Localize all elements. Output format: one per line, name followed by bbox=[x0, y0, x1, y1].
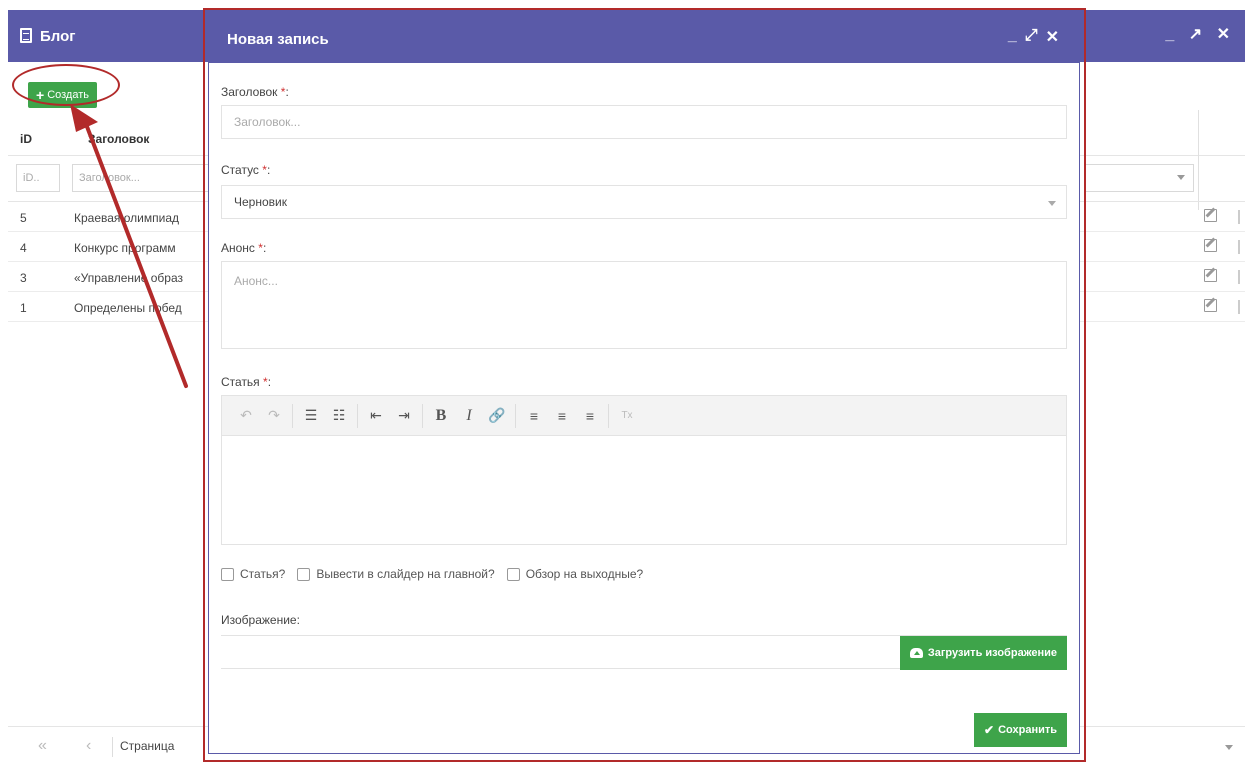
status-label: Статус *: bbox=[221, 163, 270, 177]
article-label-text: Статья bbox=[221, 375, 260, 389]
background-window-controls: _ ↗ ✕ bbox=[1161, 24, 1233, 44]
label-colon: : bbox=[266, 163, 271, 177]
column-header-title[interactable]: Заголовок bbox=[88, 132, 149, 146]
pager-divider bbox=[112, 737, 113, 757]
filter-select[interactable] bbox=[1084, 164, 1194, 192]
status-value: Черновик bbox=[234, 195, 287, 209]
plus-icon: + bbox=[36, 87, 45, 103]
prev-page-icon[interactable]: ‹ bbox=[86, 737, 91, 755]
image-label: Изображение: bbox=[221, 613, 300, 627]
bold-icon[interactable]: B bbox=[427, 402, 455, 430]
article-editor: ↶ ↷ ☰ ☷ ⇤ ⇥ B I 🔗 ≡ ≡ ≡ Tx bbox=[221, 395, 1067, 545]
row-id: 3 bbox=[20, 271, 27, 285]
minimize-icon[interactable]: _ bbox=[1008, 27, 1017, 47]
toolbar-divider bbox=[515, 403, 516, 428]
toolbar-divider bbox=[292, 403, 293, 428]
row-action-edge bbox=[1238, 270, 1240, 284]
announce-label: Анонс *: bbox=[221, 241, 266, 255]
align-left-icon[interactable]: ≡ bbox=[520, 402, 548, 430]
chevron-down-icon bbox=[1177, 175, 1185, 180]
bullet-list-icon[interactable]: ☰ bbox=[297, 402, 325, 430]
image-field: Загрузить изображение bbox=[221, 635, 1067, 670]
toolbar-divider bbox=[608, 403, 609, 428]
label-colon: : bbox=[267, 375, 272, 389]
dialog-controls: _ ⤢ ✕ bbox=[1008, 27, 1059, 47]
clear-format-icon[interactable]: Tx bbox=[613, 402, 641, 430]
undo-icon[interactable]: ↶ bbox=[232, 402, 260, 430]
row-title: Краевая олимпиад bbox=[74, 211, 179, 225]
edit-icon[interactable] bbox=[1204, 269, 1217, 282]
cloud-upload-icon bbox=[909, 648, 923, 658]
numbered-list-icon[interactable]: ☷ bbox=[325, 402, 353, 430]
row-id: 1 bbox=[20, 301, 27, 315]
align-center-icon[interactable]: ≡ bbox=[548, 402, 576, 430]
close-icon[interactable]: ✕ bbox=[1217, 24, 1233, 44]
checkbox-label: Статья? bbox=[240, 567, 286, 581]
document-icon bbox=[20, 28, 32, 43]
outdent-icon[interactable]: ⇤ bbox=[362, 402, 390, 430]
row-action-edge bbox=[1238, 210, 1240, 224]
checkbox[interactable] bbox=[297, 567, 311, 581]
row-title: Определены побед bbox=[74, 301, 182, 315]
column-header-id[interactable]: iD bbox=[20, 132, 32, 146]
first-page-icon[interactable]: « bbox=[38, 737, 47, 755]
heading-input[interactable]: Заголовок... bbox=[221, 105, 1067, 139]
status-label-text: Статус bbox=[221, 163, 259, 177]
status-select[interactable]: Черновик bbox=[221, 185, 1067, 219]
heading-label: Заголовок *: bbox=[221, 85, 289, 99]
checkbox-label: Вывести в слайдер на главной? bbox=[316, 567, 495, 581]
new-entry-dialog: Новая запись _ ⤢ ✕ Заголовок *: Заголово… bbox=[208, 12, 1080, 754]
checkbox-label: Обзор на выходные? bbox=[525, 567, 644, 581]
redo-icon[interactable]: ↷ bbox=[260, 402, 288, 430]
row-title: Конкурс программ bbox=[74, 241, 176, 255]
slider-checkbox[interactable]: Вывести в слайдер на главной? bbox=[297, 567, 495, 581]
toolbar-divider bbox=[422, 403, 423, 428]
background-window-title: Блог bbox=[40, 28, 76, 45]
maximize-icon[interactable]: ⤢ bbox=[1025, 27, 1038, 47]
heading-label-text: Заголовок bbox=[221, 85, 278, 99]
options-checkboxes: Статья? Вывести в слайдер на главной? Об… bbox=[221, 567, 643, 581]
filter-title-input[interactable]: Заголовок... bbox=[72, 164, 212, 192]
minimize-icon[interactable]: _ bbox=[1165, 26, 1177, 44]
edit-icon[interactable] bbox=[1204, 239, 1217, 252]
upload-image-button[interactable]: Загрузить изображение bbox=[899, 636, 1067, 670]
announce-label-text: Анонс bbox=[221, 241, 255, 255]
edit-icon[interactable] bbox=[1204, 299, 1217, 312]
dialog-title: Новая запись bbox=[227, 31, 329, 48]
row-title: «Управление образ bbox=[74, 271, 183, 285]
editor-content-area[interactable] bbox=[222, 436, 1066, 544]
page-label: Страница bbox=[120, 739, 175, 753]
edit-icon[interactable] bbox=[1204, 209, 1217, 222]
italic-icon[interactable]: I bbox=[455, 402, 483, 430]
filter-id-input[interactable]: iD.. bbox=[16, 164, 60, 192]
chevron-down-icon bbox=[1048, 201, 1056, 206]
toolbar-divider bbox=[357, 403, 358, 428]
label-colon: : bbox=[285, 85, 289, 99]
dialog-header: Новая запись _ ⤢ ✕ bbox=[209, 13, 1079, 63]
article-checkbox[interactable]: Статья? bbox=[221, 567, 285, 581]
maximize-icon[interactable]: ↗ bbox=[1189, 24, 1205, 44]
check-icon: ✔ bbox=[984, 723, 995, 737]
weekend-review-checkbox[interactable]: Обзор на выходные? bbox=[506, 567, 644, 581]
save-button-label: Сохранить bbox=[998, 724, 1057, 736]
label-colon: : bbox=[262, 241, 267, 255]
save-button[interactable]: ✔ Сохранить bbox=[974, 713, 1067, 747]
article-label: Статья *: bbox=[221, 375, 271, 389]
create-button-label: Создать bbox=[47, 89, 89, 101]
close-icon[interactable]: ✕ bbox=[1046, 27, 1059, 47]
row-action-edge bbox=[1238, 240, 1240, 254]
link-icon[interactable]: 🔗 bbox=[483, 402, 511, 430]
row-action-edge bbox=[1238, 300, 1240, 314]
create-button[interactable]: + Создать bbox=[28, 82, 97, 108]
checkbox[interactable] bbox=[506, 567, 520, 581]
indent-icon[interactable]: ⇥ bbox=[390, 402, 418, 430]
upload-button-label: Загрузить изображение bbox=[927, 647, 1057, 659]
checkbox[interactable] bbox=[221, 567, 234, 581]
align-right-icon[interactable]: ≡ bbox=[576, 402, 604, 430]
editor-toolbar: ↶ ↷ ☰ ☷ ⇤ ⇥ B I 🔗 ≡ ≡ ≡ Tx bbox=[222, 396, 1066, 436]
chevron-down-icon[interactable] bbox=[1225, 745, 1233, 750]
row-id: 4 bbox=[20, 241, 27, 255]
row-id: 5 bbox=[20, 211, 27, 225]
announce-textarea[interactable]: Анонс... bbox=[221, 261, 1067, 349]
